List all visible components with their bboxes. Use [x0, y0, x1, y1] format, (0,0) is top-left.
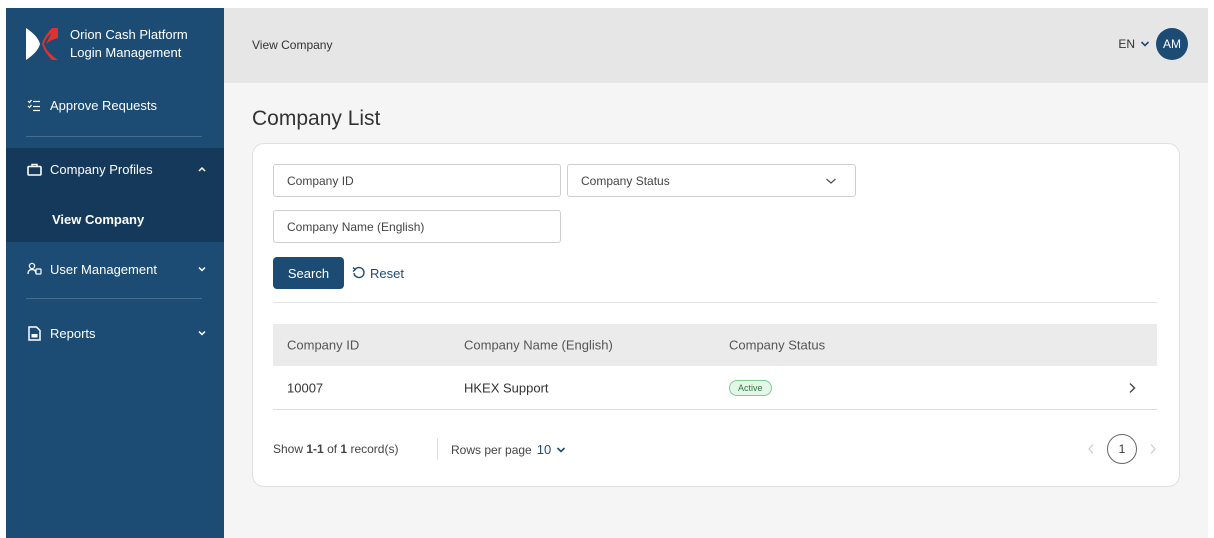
reset-icon: [352, 266, 365, 279]
language-selector[interactable]: EN: [1118, 37, 1150, 51]
table-header: Company ID Company Name (English) Compan…: [273, 324, 1157, 366]
cell-company-name: HKEX Support: [464, 380, 549, 395]
users-icon: [26, 261, 42, 277]
status-badge: Active: [729, 379, 772, 396]
search-button[interactable]: Search: [273, 257, 344, 289]
approve-list-icon: [26, 97, 42, 113]
sidebar-divider: [26, 136, 202, 137]
chevron-right-icon: [1129, 382, 1136, 393]
brand[interactable]: Orion Cash Platform Login Management: [6, 8, 224, 80]
sidebar-item-user-management[interactable]: User Management: [6, 252, 224, 286]
sidebar-item-label: Company Profiles: [50, 161, 153, 177]
top-bar: View Company EN AM: [224, 8, 1208, 83]
language-label: EN: [1118, 37, 1135, 51]
page-button-current[interactable]: 1: [1107, 434, 1137, 464]
record-range: 1-1: [306, 442, 324, 456]
reset-label: Reset: [370, 265, 404, 281]
sidebar-item-company-profiles[interactable]: Company Profiles: [6, 152, 224, 186]
cell-company-id: 10007: [287, 380, 324, 395]
page-title: Company List: [252, 107, 381, 130]
chevron-up-icon: [198, 166, 206, 172]
sidebar-divider: [26, 298, 202, 299]
sidebar: Orion Cash Platform Login Management App…: [6, 8, 224, 538]
app-window: Orion Cash Platform Login Management App…: [6, 8, 1208, 538]
orion-logo-icon: [26, 28, 58, 60]
record-total: 1: [340, 442, 348, 456]
sidebar-item-label: Approve Requests: [50, 97, 157, 113]
column-header-company-status: Company Status: [729, 337, 826, 353]
company-id-field[interactable]: Company ID: [273, 164, 561, 197]
footer-divider: [437, 438, 438, 460]
report-icon: [26, 325, 42, 341]
pagination: 1: [1087, 434, 1157, 464]
chevron-down-icon: [198, 266, 206, 272]
brand-subtitle: Login Management: [70, 45, 182, 60]
rows-per-page-label: Rows per page: [451, 442, 532, 457]
record-count-prefix: Show: [273, 442, 304, 456]
table-footer: Show 1-1 of 1 record(s) Rows per page 10…: [273, 434, 1157, 464]
company-id-placeholder: Company ID: [287, 173, 354, 188]
brand-title: Orion Cash Platform: [70, 27, 188, 42]
company-name-field[interactable]: Company Name (English): [273, 210, 561, 243]
chevron-down-icon: [198, 330, 206, 336]
record-count-of: of: [327, 442, 338, 456]
sidebar-item-approve-requests[interactable]: Approve Requests: [6, 88, 224, 122]
company-status-select[interactable]: Company Status: [567, 164, 856, 197]
avatar[interactable]: AM: [1156, 28, 1188, 60]
sidebar-item-view-company[interactable]: View Company: [6, 201, 224, 237]
filter-divider: [273, 302, 1157, 303]
column-header-company-id: Company ID: [287, 337, 360, 353]
sidebar-item-label: User Management: [50, 261, 157, 277]
chevron-down-icon: [557, 446, 566, 453]
chevron-left-icon[interactable]: [1087, 443, 1095, 455]
company-name-placeholder: Company Name (English): [287, 219, 425, 234]
company-list-card: Company ID Company Status Company Name (…: [252, 143, 1180, 487]
record-count: Show 1-1 of 1 record(s): [273, 442, 398, 456]
main-content: Company List Company ID Company Status C…: [224, 83, 1208, 538]
breadcrumb: View Company: [252, 38, 333, 52]
sidebar-item-reports[interactable]: Reports: [6, 316, 224, 350]
sidebar-subitem-label: View Company: [52, 211, 145, 227]
reset-button[interactable]: Reset: [352, 262, 404, 284]
company-status-placeholder: Company Status: [581, 173, 670, 188]
sidebar-item-label: Reports: [50, 325, 96, 341]
table-row[interactable]: 10007 HKEX Support Active: [273, 366, 1157, 410]
chevron-down-icon: [1140, 41, 1150, 47]
chevron-down-icon: [826, 178, 836, 184]
rows-per-page-select[interactable]: Rows per page 10: [451, 442, 566, 457]
rows-per-page-value: 10: [536, 442, 552, 457]
column-header-company-name: Company Name (English): [464, 337, 613, 353]
chevron-right-icon[interactable]: [1149, 443, 1157, 455]
briefcase-icon: [26, 161, 42, 177]
record-count-suffix: record(s): [350, 442, 399, 456]
